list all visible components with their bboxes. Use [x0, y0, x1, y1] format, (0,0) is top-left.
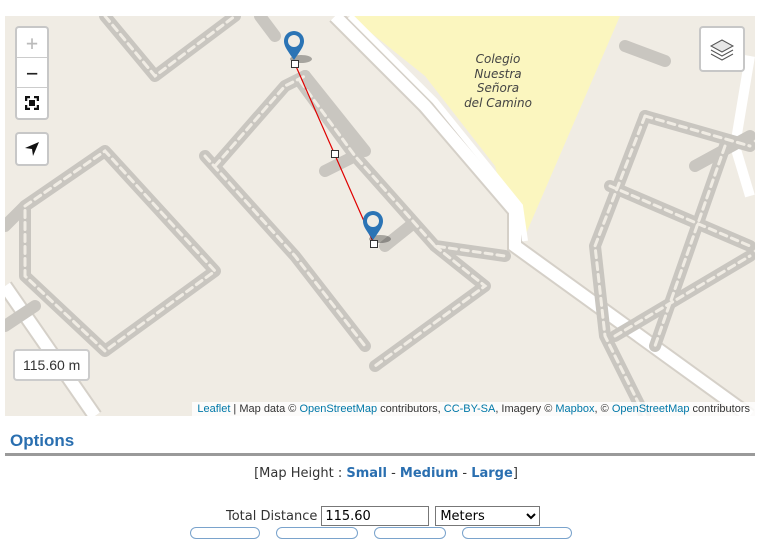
map-view[interactable]: Colegio Nuestra Señora del Camino + − 11… [5, 16, 755, 416]
map-attribution: Leaflet | Map data © OpenStreetMap contr… [192, 402, 755, 416]
zoom-out-button[interactable]: − [17, 58, 47, 88]
leaflet-link[interactable]: Leaflet [197, 403, 230, 415]
total-distance-label: Total Distance [226, 508, 318, 524]
osm-link[interactable]: OpenStreetMap [299, 403, 377, 415]
map-pin-icon[interactable] [360, 210, 394, 244]
action-button-3[interactable] [374, 527, 446, 539]
measure-midpoint[interactable] [331, 150, 339, 158]
action-button-1[interactable] [190, 527, 260, 539]
options-title: Options [10, 431, 75, 450]
fullscreen-icon [25, 96, 39, 110]
measure-vertex-end[interactable] [370, 240, 378, 248]
measure-vertex-start[interactable] [291, 60, 299, 68]
options-divider [5, 453, 755, 456]
osm-link-2[interactable]: OpenStreetMap [612, 403, 690, 415]
minus-icon: − [25, 60, 39, 85]
license-link[interactable]: CC-BY-SA [444, 403, 496, 415]
zoom-in-button[interactable]: + [17, 28, 47, 58]
action-button-2[interactable] [276, 527, 358, 539]
zoom-control: + − [15, 26, 49, 120]
distance-readout: 115.60 m [13, 349, 91, 381]
map-height-medium-link[interactable]: Medium [400, 466, 458, 481]
total-distance-input[interactable] [321, 506, 430, 526]
map-height-selector: [Map Height : Small - Medium - Large] [254, 466, 518, 481]
school-label: Colegio Nuestra Señora del Camino [464, 52, 532, 110]
locate-button[interactable] [15, 132, 49, 166]
map-pin-icon[interactable] [281, 30, 315, 64]
map-height-large-link[interactable]: Large [471, 466, 513, 481]
location-arrow-icon [25, 142, 39, 156]
action-button-4[interactable] [462, 527, 572, 539]
layers-icon [709, 39, 735, 61]
map-height-small-link[interactable]: Small [346, 466, 387, 481]
layers-button[interactable] [699, 26, 745, 72]
fullscreen-button[interactable] [17, 88, 47, 118]
total-distance-row: Total Distance Meters [226, 506, 541, 526]
plus-icon: + [25, 30, 39, 55]
mapbox-link[interactable]: Mapbox [555, 403, 594, 415]
unit-select[interactable]: Meters [435, 506, 541, 526]
